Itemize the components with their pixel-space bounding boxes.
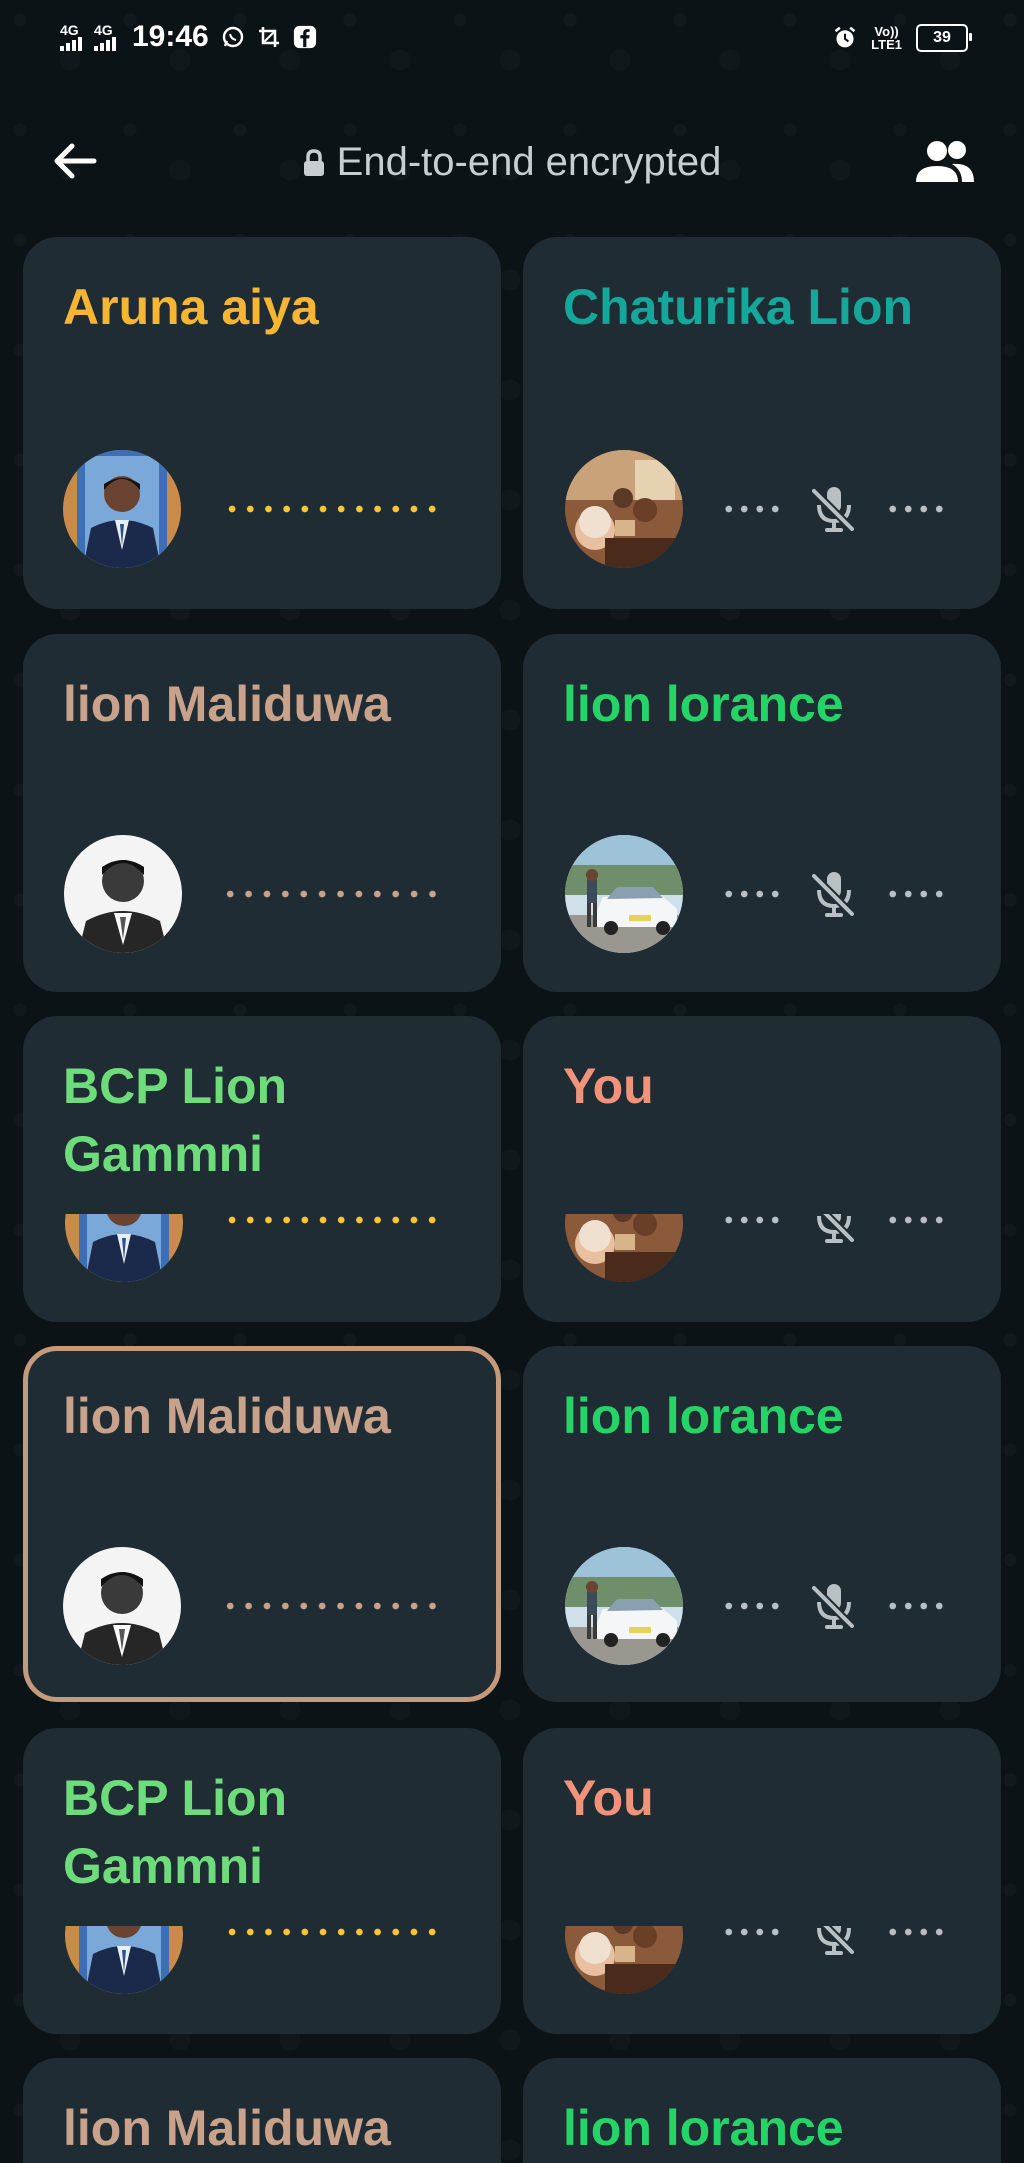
avatar-clip (523, 1214, 1001, 1322)
participant-name: You (563, 1770, 654, 1826)
participant-avatar (64, 835, 182, 953)
status-bar: 4G 4G 19:46 Vo)) LTE1 39 (0, 0, 1024, 84)
connecting-dots (223, 505, 443, 513)
battery-level: 39 (933, 29, 951, 46)
avatar-clip (23, 1926, 501, 2034)
signal-bars-icon (94, 37, 116, 51)
encryption-label: End-to-end encrypted (336, 140, 722, 184)
muted-indicator (721, 866, 947, 922)
call-header: End-to-end encrypted (0, 120, 1024, 202)
connecting-dots (221, 890, 443, 898)
participant-tile[interactable]: lion lorance (523, 634, 1001, 992)
mic-off-icon (806, 1926, 862, 1960)
participant-avatar (63, 1547, 181, 1665)
participant-name: You (563, 1058, 654, 1114)
participant-name-line: Gammni (63, 1838, 264, 1894)
participant-avatar (565, 450, 683, 568)
participant-tile[interactable]: BCP Lion Gammni (23, 1016, 501, 1322)
facebook-icon (293, 25, 317, 49)
signal-bars-icon (60, 37, 82, 51)
participant-name: lion lorance (563, 1388, 844, 1444)
participant-name: BCP Lion Gammni (63, 1052, 287, 1188)
mic-off-icon (806, 481, 862, 537)
participant-tile[interactable]: lion lorance (523, 2058, 1001, 2163)
connecting-dots (885, 890, 947, 898)
connecting-dots (885, 1216, 947, 1224)
participant-avatar (565, 1547, 683, 1665)
participant-avatar (565, 1926, 683, 1994)
participant-tile[interactable]: You (523, 1016, 1001, 1322)
connecting-dots (721, 1216, 783, 1224)
signal-sim2: 4G (94, 23, 116, 51)
avatar-clip (523, 1926, 1001, 2034)
alarm-icon (833, 26, 857, 50)
participant-name: lion Maliduwa (63, 1388, 391, 1444)
connecting-dots (721, 505, 783, 513)
participant-avatar (65, 1214, 183, 1282)
participant-tile[interactable]: Chaturika Lion (523, 237, 1001, 609)
connecting-dots (721, 890, 783, 898)
muted-indicator (721, 1578, 947, 1634)
participant-tile[interactable]: You (523, 1728, 1001, 2034)
whatsapp-icon (221, 25, 245, 49)
encryption-notice[interactable]: End-to-end encrypted (0, 140, 1024, 185)
participant-name: lion Maliduwa (63, 676, 391, 732)
mic-off-icon (806, 1214, 862, 1248)
connecting-dots (223, 1928, 443, 1936)
lock-icon (303, 148, 324, 176)
participant-tile[interactable]: BCP Lion Gammni (23, 1728, 501, 2034)
battery-icon: 39 (916, 24, 972, 52)
participant-tile[interactable]: lion Maliduwa (23, 634, 501, 992)
participant-name-line: BCP Lion (63, 1770, 288, 1826)
people-icon[interactable] (912, 138, 978, 188)
participant-name: lion lorance (563, 676, 844, 732)
clock: 19:46 (132, 20, 209, 53)
participant-name-line: BCP Lion (63, 1058, 288, 1114)
volte-indicator: Vo)) LTE1 (871, 25, 902, 51)
participant-name: BCP Lion Gammni (63, 1764, 287, 1900)
participant-tile[interactable]: Aruna aiya (23, 237, 501, 609)
connecting-dots (885, 1928, 947, 1936)
mic-off-icon (806, 866, 862, 922)
muted-indicator (721, 481, 947, 537)
participant-name-line: Gammni (63, 1126, 264, 1182)
participant-avatar (65, 1926, 183, 1994)
participant-avatar (565, 835, 683, 953)
connecting-dots (223, 1216, 443, 1224)
connecting-dots (721, 1602, 783, 1610)
muted-indicator (721, 1214, 947, 1248)
mic-off-icon (806, 1578, 862, 1634)
muted-indicator (721, 1926, 947, 1960)
participant-avatar (565, 1214, 683, 1282)
participant-avatar (63, 450, 181, 568)
participant-tile-speaking[interactable]: lion Maliduwa (23, 1346, 501, 1702)
participant-tile[interactable]: lion Maliduwa (23, 2058, 501, 2163)
volte-label-2: LTE1 (871, 37, 902, 52)
connecting-dots (721, 1928, 783, 1936)
network-type-1: 4G (60, 22, 79, 38)
connecting-dots (221, 1602, 443, 1610)
participant-name: Chaturika Lion (563, 279, 914, 335)
screenshot-icon (257, 25, 281, 49)
participant-name: lion lorance (563, 2100, 844, 2156)
avatar-clip (23, 1214, 501, 1322)
participant-name: Aruna aiya (63, 279, 319, 335)
connecting-dots (885, 505, 947, 513)
signal-sim1: 4G (60, 23, 82, 51)
network-type-2: 4G (94, 22, 113, 38)
connecting-dots (885, 1602, 947, 1610)
participant-name: lion Maliduwa (63, 2100, 391, 2156)
participant-tile[interactable]: lion lorance (523, 1346, 1001, 1702)
